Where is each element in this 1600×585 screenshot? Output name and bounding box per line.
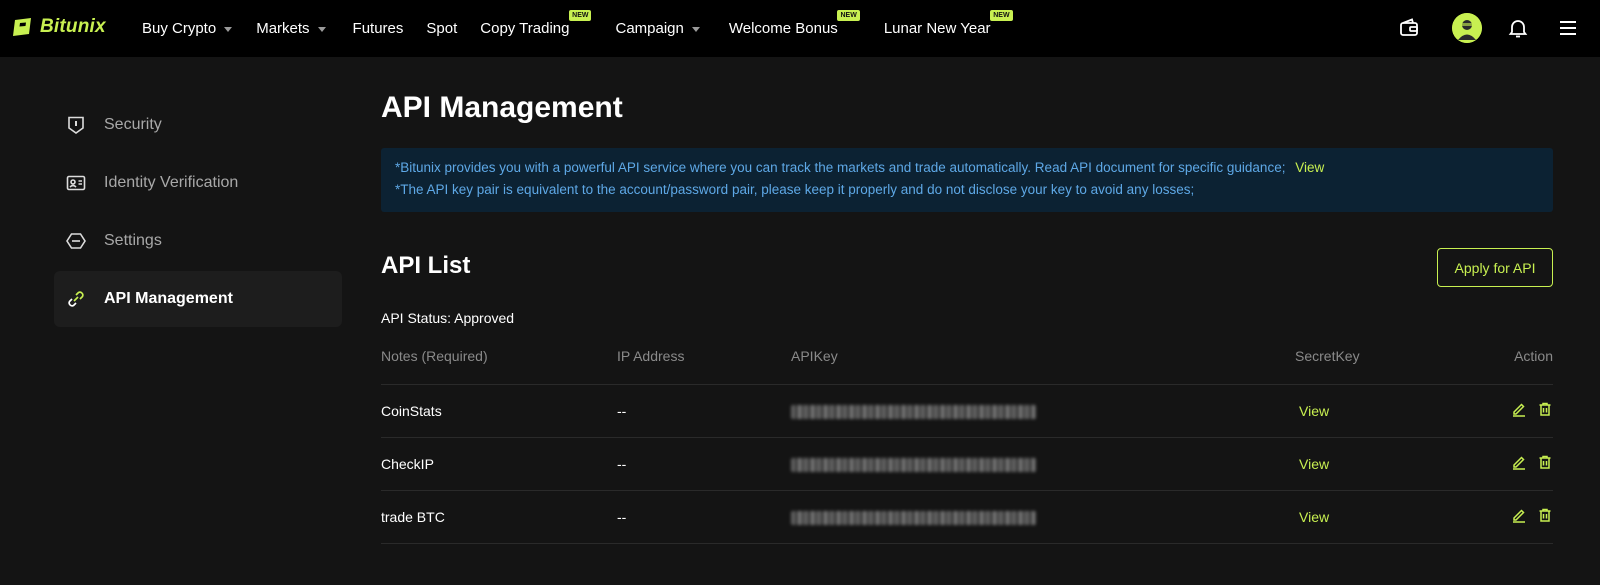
- sidebar-item-api-management[interactable]: API Management: [54, 271, 342, 327]
- api-table: Notes (Required) IP Address APIKey Secre…: [381, 344, 1553, 544]
- table-row: trade BTC -- View: [381, 490, 1553, 544]
- secret-view-link[interactable]: View: [1295, 456, 1329, 472]
- api-notice: *Bitunix provides you with a powerful AP…: [381, 148, 1553, 212]
- main-nav: Buy Crypto Markets Futures Spot Copy Tra…: [142, 0, 1013, 57]
- nav-spot[interactable]: Spot: [426, 0, 457, 57]
- settings-icon: [66, 231, 86, 251]
- nav-copy-trading[interactable]: Copy Trading NEW: [480, 0, 592, 57]
- nav-campaign[interactable]: Campaign: [615, 0, 700, 57]
- redacted-apikey: [791, 510, 1036, 525]
- new-badge: NEW: [837, 10, 860, 21]
- row-notes: trade BTC: [381, 490, 617, 544]
- sidebar-item-label: API Management: [104, 290, 233, 307]
- edit-icon[interactable]: [1511, 454, 1527, 470]
- sidebar-item-label: Settings: [104, 232, 162, 249]
- menu-icon[interactable]: [1556, 16, 1580, 40]
- col-header-action: Action: [1445, 344, 1553, 385]
- brand-logo[interactable]: Bitunix: [12, 12, 106, 42]
- row-apikey: [791, 437, 1295, 491]
- table-row: CoinStats -- View: [381, 384, 1553, 438]
- notice-line-2: *The API key pair is equivalent to the a…: [395, 182, 1195, 197]
- chevron-down-icon: [224, 27, 233, 32]
- nav-label: Spot: [426, 20, 458, 37]
- trash-icon[interactable]: [1537, 454, 1553, 470]
- nav-label: Buy Crypto: [142, 20, 217, 37]
- sidebar-item-settings[interactable]: Settings: [54, 213, 342, 269]
- row-notes: CheckIP: [381, 437, 617, 491]
- nav-label: Futures: [352, 20, 404, 37]
- chevron-down-icon: [691, 27, 700, 32]
- table-row: CheckIP -- View: [381, 437, 1553, 491]
- row-ip: --: [617, 384, 791, 438]
- main-content: API Management *Bitunix provides you wit…: [381, 91, 1553, 544]
- logo-icon: [13, 18, 31, 36]
- table-header-row: Notes (Required) IP Address APIKey Secre…: [381, 344, 1553, 385]
- row-apikey: [791, 490, 1295, 544]
- new-badge: NEW: [569, 10, 592, 21]
- sidebar-item-security[interactable]: Security: [54, 97, 342, 153]
- redacted-apikey: [791, 457, 1036, 472]
- sidebar-item-identity-verification[interactable]: Identity Verification: [54, 155, 342, 211]
- nav-welcome-bonus[interactable]: Welcome Bonus NEW: [728, 0, 860, 57]
- trash-icon[interactable]: [1537, 401, 1553, 417]
- nav-lunar-new-year[interactable]: Lunar New Year NEW: [883, 0, 1013, 57]
- chevron-down-icon: [317, 27, 326, 32]
- sidebar-item-label: Identity Verification: [104, 174, 239, 191]
- row-ip: --: [617, 490, 791, 544]
- apply-for-api-button[interactable]: Apply for API: [1437, 248, 1553, 287]
- sidebar-item-label: Security: [104, 116, 162, 133]
- id-card-icon: [66, 173, 86, 193]
- notice-line-1: *Bitunix provides you with a powerful AP…: [395, 160, 1286, 175]
- nav-futures[interactable]: Futures: [353, 0, 404, 57]
- trash-icon[interactable]: [1537, 507, 1553, 523]
- row-notes: CoinStats: [381, 384, 617, 438]
- edit-icon[interactable]: [1511, 401, 1527, 417]
- nav-label: Welcome Bonus: [728, 20, 838, 37]
- page-title: API Management: [381, 91, 623, 124]
- top-navbar: Bitunix Buy Crypto Markets Futures Spot …: [0, 0, 1600, 57]
- avatar[interactable]: [1452, 13, 1482, 43]
- secret-view-link[interactable]: View: [1295, 509, 1329, 525]
- row-apikey: [791, 384, 1295, 438]
- api-link-icon: [66, 289, 86, 309]
- nav-buy-crypto[interactable]: Buy Crypto: [142, 0, 233, 57]
- api-list-header: API List Apply for API: [381, 248, 1553, 296]
- nav-label: Copy Trading: [480, 20, 570, 37]
- col-header-apikey: APIKey: [791, 344, 1295, 385]
- nav-label: Markets: [256, 20, 310, 37]
- brand-name: Bitunix: [40, 16, 106, 37]
- edit-icon[interactable]: [1511, 507, 1527, 523]
- api-status: API Status: Approved: [381, 310, 515, 326]
- redacted-apikey: [791, 404, 1036, 419]
- nav-label: Lunar New Year: [883, 20, 991, 37]
- row-ip: --: [617, 437, 791, 491]
- bell-icon[interactable]: [1506, 16, 1530, 40]
- nav-label: Campaign: [615, 20, 684, 37]
- new-badge: NEW: [990, 10, 1013, 21]
- api-document-view-link[interactable]: View: [1295, 160, 1324, 175]
- api-list-title: API List: [381, 252, 471, 279]
- col-header-notes: Notes (Required): [381, 344, 617, 385]
- wallet-icon[interactable]: [1397, 16, 1421, 40]
- col-header-secretkey: SecretKey: [1295, 344, 1445, 385]
- sidebar: Security Identity Verification Settings: [54, 97, 342, 329]
- col-header-ip: IP Address: [617, 344, 791, 385]
- secret-view-link[interactable]: View: [1295, 403, 1329, 419]
- shield-icon: [66, 115, 86, 135]
- nav-markets[interactable]: Markets: [256, 0, 326, 57]
